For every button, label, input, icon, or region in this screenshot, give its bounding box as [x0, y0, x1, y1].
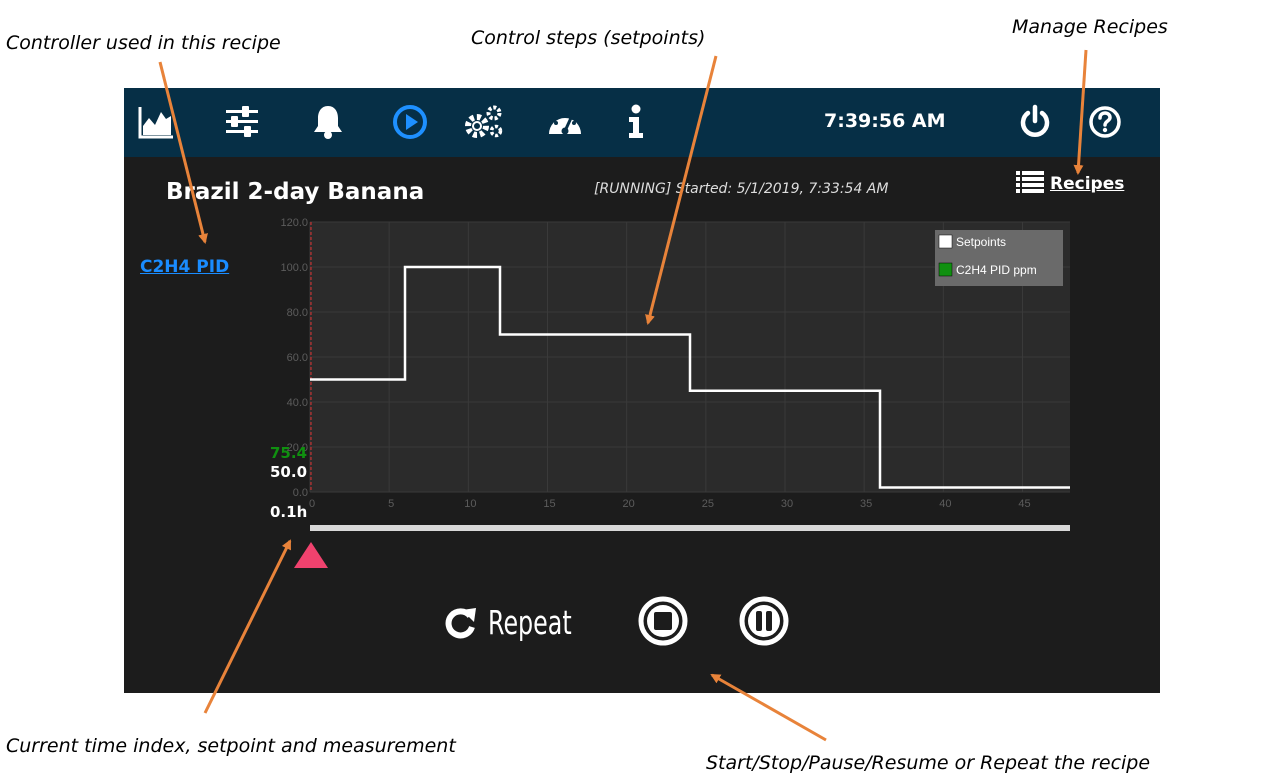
x-tick-label: 40 — [939, 498, 951, 510]
x-tick-label: 10 — [464, 498, 476, 510]
y-tick-label: 40.0 — [287, 397, 308, 409]
stop-button[interactable] — [637, 595, 689, 647]
setpoint-readout: 50.0 — [270, 463, 308, 481]
x-tick-label: 30 — [781, 498, 793, 510]
y-tick-label: 60.0 — [287, 352, 308, 364]
x-tick-label: 0 — [309, 498, 315, 510]
legend-swatch-c2h4 — [938, 262, 953, 277]
measurement-readout: 75.4 — [270, 444, 308, 462]
x-tick-label: 25 — [702, 498, 714, 510]
time-marker-handle[interactable] — [292, 540, 330, 570]
stop-icon — [654, 612, 672, 630]
x-tick-label: 5 — [388, 498, 394, 510]
manage-recipes-callout: Manage Recipes — [1012, 16, 1168, 38]
y-tick-label: 0.0 — [293, 487, 308, 499]
start-stop-callout: Start/Stop/Pause/Resume or Repeat the re… — [706, 752, 1151, 774]
y-tick-label: 100.0 — [280, 262, 308, 274]
x-tick-label: 20 — [623, 498, 635, 510]
legend-swatch-setpoints — [938, 234, 953, 249]
time-index-readout: 0.1h — [270, 503, 308, 521]
x-tick-label: 35 — [860, 498, 872, 510]
time-progress-track[interactable] — [310, 525, 1070, 531]
legend-label-setpoints: Setpoints — [956, 235, 1006, 249]
repeat-label: Repeat — [488, 603, 572, 642]
y-tick-label: 80.0 — [287, 307, 308, 319]
repeat-button[interactable]: Repeat — [444, 603, 604, 642]
recipe-screen: 7:39:56 AM Brazil 2-day Banana [RUNNING]… — [124, 88, 1160, 693]
legend-label-c2h4: C2H4 PID ppm — [956, 263, 1037, 277]
y-tick-label: 120.0 — [280, 217, 308, 229]
x-tick-label: 45 — [1018, 498, 1030, 510]
setpoint-chart: 0.020.040.060.080.0100.0120.0 0 5 10 15 20 25… — [280, 217, 1070, 510]
setpoints-callout: Control steps (setpoints) — [471, 27, 706, 49]
controller-callout: Controller used in this recipe — [6, 32, 281, 54]
x-tick-label: 15 — [543, 498, 555, 510]
chart-legend: Setpoints C2H4 PID ppm — [935, 230, 1063, 286]
pause-button[interactable] — [738, 595, 790, 647]
refresh-icon — [445, 607, 476, 638]
time-index-callout: Current time index, setpoint and measure… — [6, 735, 456, 757]
